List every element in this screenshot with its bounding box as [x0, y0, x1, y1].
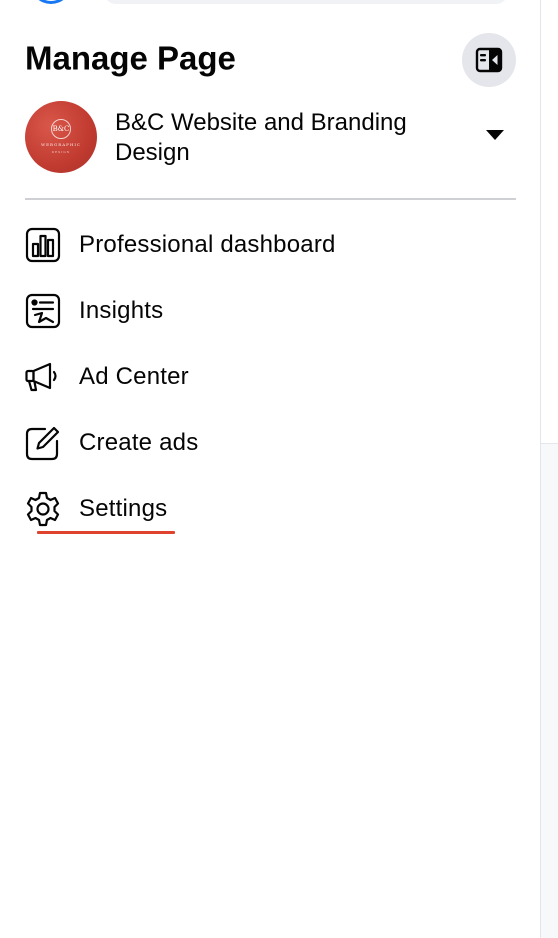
avatar-monogram: B&C — [51, 119, 71, 139]
sidebar-collapse-icon — [475, 47, 503, 73]
megaphone-icon — [25, 359, 61, 395]
avatar-wordmark: WEBGRAPHIC — [41, 142, 81, 147]
menu-item-settings[interactable]: Settings — [25, 476, 516, 542]
menu-item-professional-dashboard[interactable]: Professional dashboard — [25, 212, 516, 278]
collapse-panel-button[interactable] — [462, 33, 516, 87]
facebook-logo[interactable] — [30, 0, 72, 4]
search-bar[interactable] — [104, 0, 508, 4]
top-navigation-bar — [0, 0, 540, 16]
caret-down-icon[interactable] — [486, 130, 504, 140]
manage-page-menu: Professional dashboard Insights Ad Cente… — [25, 212, 516, 542]
active-item-underline — [37, 531, 175, 534]
menu-item-ad-center[interactable]: Ad Center — [25, 344, 516, 410]
page-name: B&C Website and Branding Design — [115, 109, 407, 166]
content-area — [541, 444, 558, 938]
menu-item-label: Professional dashboard — [79, 231, 336, 258]
panel-title: Manage Page — [25, 39, 236, 77]
page-switcher[interactable]: B&C WEBGRAPHIC DESIGN B&C Website and Br… — [25, 100, 516, 176]
edit-icon — [25, 425, 61, 461]
section-divider — [25, 198, 516, 200]
menu-item-label: Settings — [79, 495, 168, 522]
insights-icon — [25, 293, 61, 329]
page-avatar: B&C WEBGRAPHIC DESIGN — [25, 101, 97, 173]
menu-item-create-ads[interactable]: Create ads — [25, 410, 516, 476]
menu-item-insights[interactable]: Insights — [25, 278, 516, 344]
content-area-top — [541, 0, 558, 444]
menu-item-label: Insights — [79, 297, 164, 324]
panel-header: Manage Page — [25, 33, 516, 88]
dashboard-icon — [25, 227, 61, 263]
menu-item-label: Create ads — [79, 429, 199, 456]
gear-icon — [25, 491, 61, 527]
avatar-subline: DESIGN — [51, 150, 71, 154]
manage-page-panel: Manage Page B&C WEBGRAPHIC DESIGN B&C We… — [0, 16, 540, 938]
menu-item-label: Ad Center — [79, 363, 189, 390]
panel-divider — [540, 0, 541, 938]
